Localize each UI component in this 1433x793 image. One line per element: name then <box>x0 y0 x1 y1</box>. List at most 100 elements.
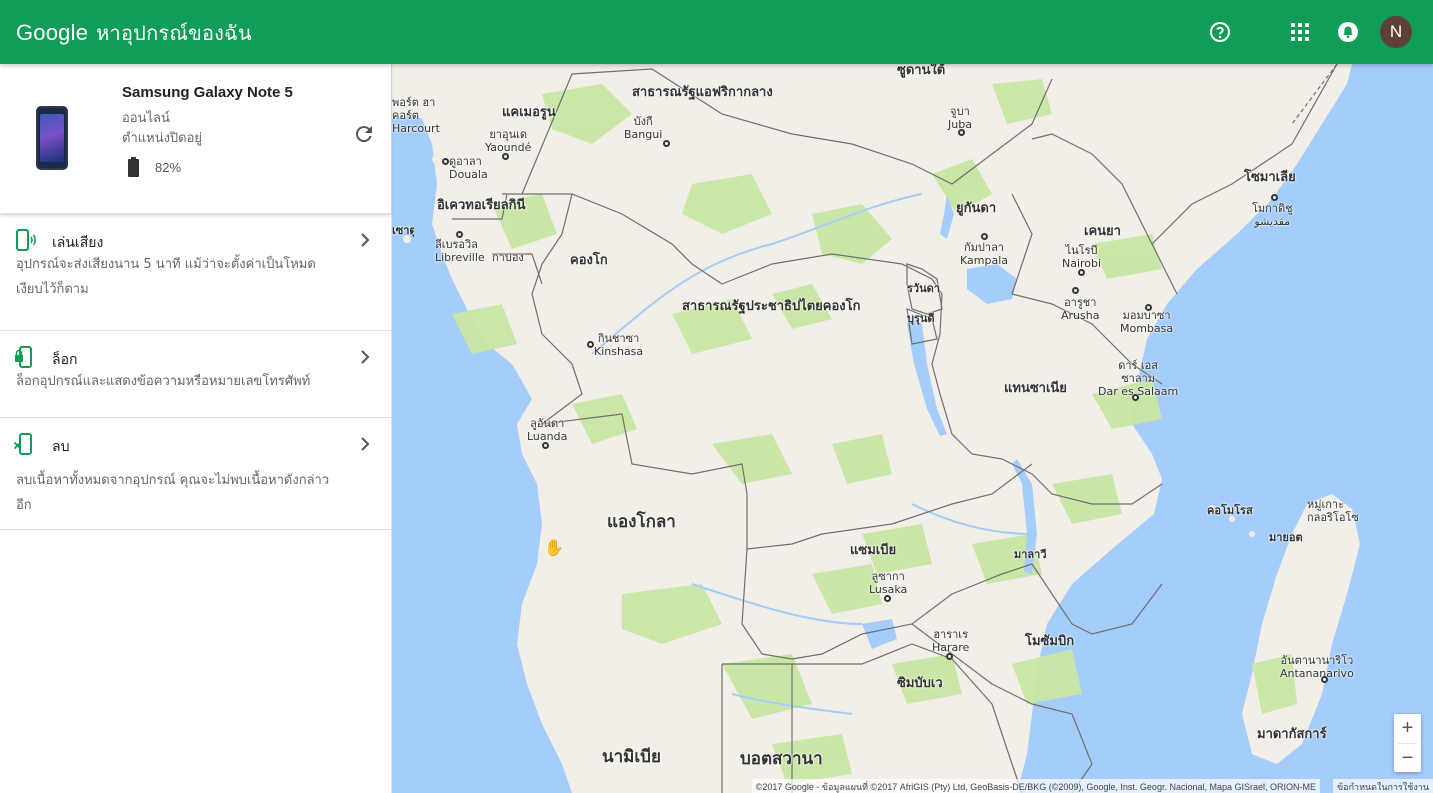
chevron-right-icon <box>361 350 370 364</box>
device-status: ออนไลน์ <box>122 111 170 126</box>
country-label: มาลาวี <box>1014 548 1047 561</box>
erase-action[interactable]: ลบ ลบเนื้อหาทั้งหมดจากอุปกรณ์ คุณจะไม่พบ… <box>0 418 391 530</box>
country-label: คองโก <box>570 253 608 268</box>
country-label: โซมาเลีย <box>1244 170 1296 185</box>
city-marker <box>958 129 965 136</box>
city-marker <box>1132 394 1139 401</box>
country-label: ซิมบับเว <box>897 676 943 691</box>
lock-title: ล็อก <box>52 352 78 368</box>
google-logo-text: Google <box>16 20 89 45</box>
city-label: ลูซากา Lusaka <box>869 570 908 596</box>
country-label: บุรุนดี <box>907 312 935 325</box>
country-label: มาดากัสการ์ <box>1257 727 1327 742</box>
play-sound-description: อุปกรณ์จะส่งเสียงนาน 5 นาที แม้ว่าจะตั้ง… <box>16 257 316 297</box>
app-header: Google หาอุปกรณ์ของฉัน N <box>0 0 1433 64</box>
country-label: มายอต <box>1269 531 1303 544</box>
country-label: อิเควทอเรียลกินี <box>437 198 526 213</box>
city-marker <box>981 233 988 240</box>
country-label: แทนซาเนีย <box>1004 381 1067 396</box>
city-label: ฮาราเร Harare <box>932 628 970 654</box>
device-location-status: ตำแหน่งปิดอยู่ <box>122 131 203 146</box>
city-label: บังกี Bangui <box>624 115 663 141</box>
city-marker <box>587 341 594 348</box>
city-label: ดาร์ เอส ซาลาม Dar es Salaam <box>1098 359 1179 398</box>
apps-grid-icon <box>1291 23 1309 41</box>
country-label: ซูดานใต้ <box>897 64 946 78</box>
lock-phone-icon <box>15 346 32 368</box>
city-marker <box>1078 269 1085 276</box>
country-label: โมซัมบิก <box>1025 634 1075 649</box>
country-label: แซมเบีย <box>850 543 897 558</box>
zoom-in-button[interactable]: + <box>1394 714 1421 743</box>
battery-percentage: 82% <box>155 160 182 175</box>
ring-phone-icon <box>16 229 37 251</box>
city-marker <box>946 653 953 660</box>
erase-description: ลบเนื้อหาทั้งหมดจากอุปกรณ์ คุณจะไม่พบเนื… <box>16 473 330 513</box>
phone-image <box>36 106 68 170</box>
country-label: เซาตูเม <box>392 224 414 237</box>
country-label: เคนยา <box>1084 224 1121 239</box>
city-label: มอมบาซา Mombasa <box>1120 309 1174 335</box>
country-label: บอตสวานา <box>740 749 823 769</box>
play-sound-title: เล่นเสียง <box>52 235 104 251</box>
city-marker <box>542 442 549 449</box>
city-marker <box>442 158 449 165</box>
notifications-button[interactable] <box>1330 14 1366 50</box>
city-label: ไนโรบี Nairobi <box>1062 244 1102 270</box>
lock-action[interactable]: ล็อก ล็อกอุปกรณ์และแสดงข้อความหรือหมายเล… <box>0 331 391 418</box>
country-label: สาธารณรัฐแอฟริกากลาง <box>632 85 773 100</box>
city-marker <box>884 595 891 602</box>
app-name: หาอุปกรณ์ของฉัน <box>96 21 252 45</box>
country-label: คอโมโรส <box>1207 504 1253 517</box>
erase-phone-icon <box>14 433 32 455</box>
country-label: แคเมอรูน <box>502 105 556 120</box>
zoom-control: + − <box>1394 714 1421 772</box>
city-marker <box>1271 194 1278 201</box>
city-marker <box>456 231 463 238</box>
chevron-right-icon <box>361 233 370 247</box>
city-marker <box>1145 304 1152 311</box>
city-label: โมกาดิชู مقديشو <box>1252 202 1293 228</box>
country-label: รวันดา <box>907 282 940 295</box>
device-panel: Samsung Galaxy Note 5 ออนไลน์ ตำแหน่งปิด… <box>0 64 392 793</box>
city-marker <box>1072 287 1079 294</box>
apps-button[interactable] <box>1282 14 1318 50</box>
map-canvas[interactable]: ซูดานใต้ สาธารณรัฐแอฟริกากลาง แคเมอรูน อ… <box>392 64 1433 793</box>
city-marker <box>1321 676 1328 683</box>
device-card: Samsung Galaxy Note 5 ออนไลน์ ตำแหน่งปิด… <box>0 64 391 214</box>
city-label: พอร์ต ฮา คอร์ต Harcourt <box>392 96 440 135</box>
avatar[interactable]: N <box>1380 16 1412 48</box>
play-sound-action[interactable]: เล่นเสียง อุปกรณ์จะส่งเสียงนาน 5 นาที แม… <box>0 214 391 331</box>
city-label: ดูอาลา Douala <box>449 155 488 181</box>
lock-description: ล็อกอุปกรณ์และแสดงข้อความหรือหมายเลขโทรศ… <box>16 374 311 389</box>
battery-icon <box>128 157 139 177</box>
city-label: ยาอุนเด Yaoundé <box>485 128 532 154</box>
map-attribution: ©2017 Google - ข้อมูลแผนที่ ©2017 AfriGI… <box>751 779 1320 793</box>
country-label: หมู่เกาะ กลอริโอโซ <box>1307 498 1359 524</box>
city-label: อารูชา Arusha <box>1061 296 1100 322</box>
city-label: จูบา Juba <box>948 105 972 131</box>
brand-title[interactable]: Google หาอุปกรณ์ของฉัน <box>16 17 252 49</box>
device-name: Samsung Galaxy Note 5 <box>122 84 293 101</box>
country-label: ยูกันดา <box>956 201 997 216</box>
country-label: กาบอง <box>492 251 524 264</box>
city-label: ลูอันดา Luanda <box>527 417 568 443</box>
notifications-icon <box>1338 22 1358 42</box>
country-label: สาธารณรัฐประชาธิปไตยคองโก <box>682 299 861 314</box>
city-label: กินชาซา Kinshasa <box>594 332 644 358</box>
terms-link[interactable]: ข้อกำหนดในการใช้งาน <box>1333 779 1433 793</box>
country-label: นามิเบีย <box>602 747 661 767</box>
help-icon <box>1210 22 1230 42</box>
city-label: อันตานานาริโว Antananarivo <box>1280 654 1354 680</box>
hand-cursor-icon: ✋ <box>544 538 564 557</box>
city-label: กัมปาลา Kampala <box>960 241 1008 267</box>
refresh-icon[interactable] <box>352 122 376 146</box>
city-label: ลีเบรอวิล Libreville <box>435 238 485 264</box>
help-button[interactable] <box>1202 14 1238 50</box>
chevron-right-icon <box>361 437 370 451</box>
city-marker <box>663 140 670 147</box>
zoom-out-button[interactable]: − <box>1394 744 1421 773</box>
city-marker <box>502 153 509 160</box>
erase-title: ลบ <box>52 439 70 455</box>
country-label: แองโกลา <box>607 512 676 532</box>
